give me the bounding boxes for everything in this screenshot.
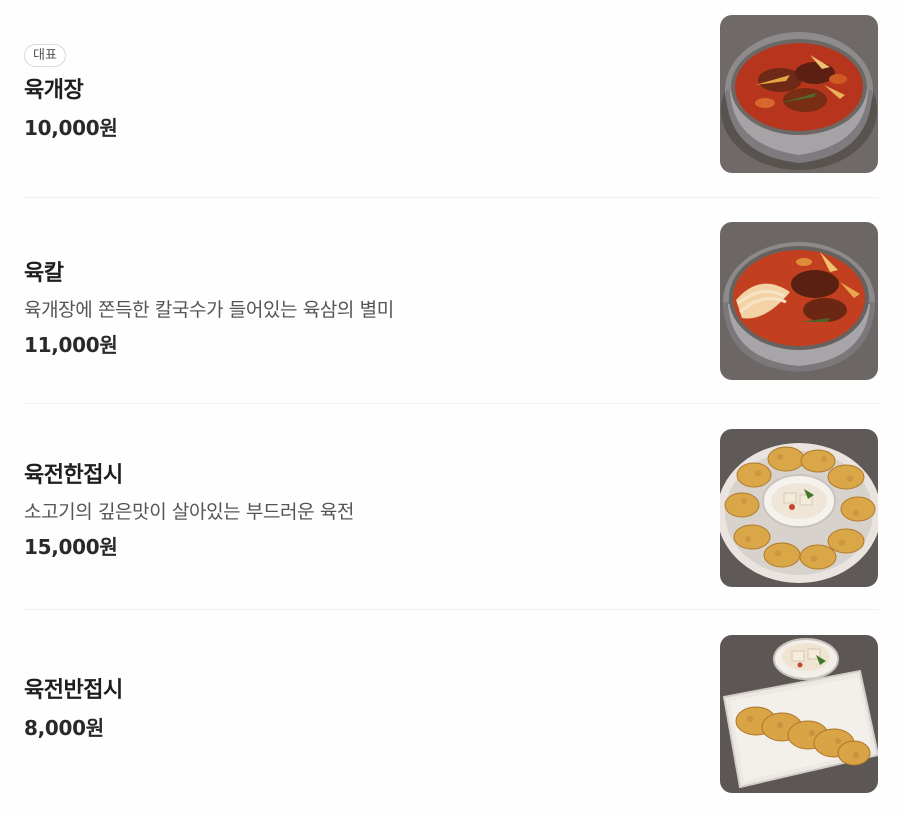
menu-item-price: 8,000원 <box>24 716 104 740</box>
yukgaejang-bowl-photo[interactable] <box>720 15 878 173</box>
menu-item-info: 대표 육개장 10,000원 <box>24 0 684 206</box>
menu-item-info: 육전반접시 8,000원 <box>24 606 684 812</box>
menu-list: 대표 육개장 10,000원 육칼 육개장에 쫀득한 칼국수가 들어있는 육삼의… <box>0 0 900 817</box>
signature-badge: 대표 <box>24 44 66 67</box>
menu-item-description: 소고기의 깊은맛이 살아있는 부드러운 육전 <box>24 501 354 523</box>
menu-item-name: 육개장 <box>24 78 84 103</box>
menu-item-yukgaejang[interactable]: 대표 육개장 10,000원 <box>0 0 900 206</box>
menu-item-price: 11,000원 <box>24 333 118 357</box>
menu-item-name: 육전한접시 <box>24 463 123 488</box>
menu-item-price: 15,000원 <box>24 535 118 559</box>
menu-item-yukjeon-full[interactable]: 육전한접시 소고기의 깊은맛이 살아있는 부드러운 육전 15,000원 <box>0 404 900 610</box>
menu-item-info: 육칼 육개장에 쫀득한 칼국수가 들어있는 육삼의 별미 11,000원 <box>24 206 684 412</box>
menu-item-description: 육개장에 쫀득한 칼국수가 들어있는 육삼의 별미 <box>24 299 394 321</box>
menu-item-price: 10,000원 <box>24 116 118 140</box>
menu-item-name: 육전반접시 <box>24 678 123 703</box>
menu-item-yukkal[interactable]: 육칼 육개장에 쫀득한 칼국수가 들어있는 육삼의 별미 11,000원 <box>0 198 900 404</box>
yukkal-noodle-bowl-photo[interactable] <box>720 222 878 380</box>
menu-item-info: 육전한접시 소고기의 깊은맛이 살아있는 부드러운 육전 15,000원 <box>24 408 684 614</box>
menu-item-name: 육칼 <box>24 261 64 286</box>
yukjeon-half-plate-photo[interactable] <box>720 635 878 793</box>
yukjeon-full-plate-photo[interactable] <box>720 429 878 587</box>
menu-item-yukjeon-half[interactable]: 육전반접시 8,000원 <box>0 610 900 816</box>
